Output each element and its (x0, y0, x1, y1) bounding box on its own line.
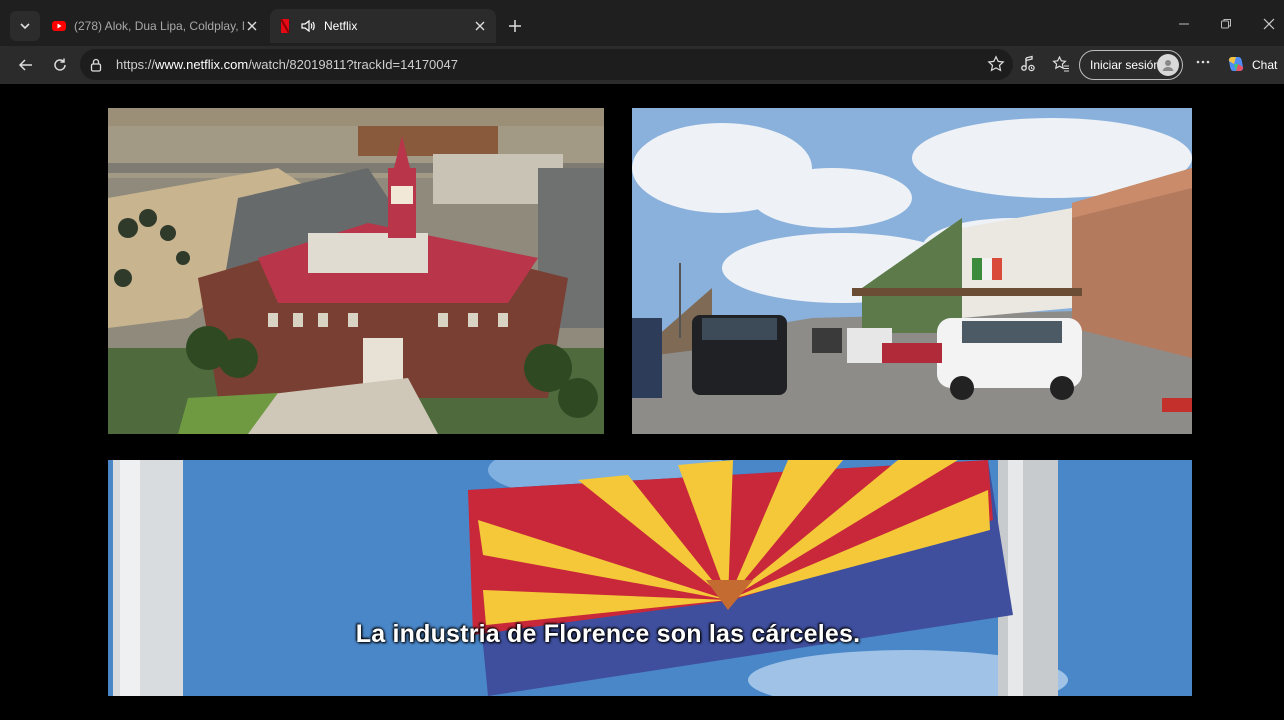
speaker-icon[interactable] (300, 18, 316, 34)
close-icon (1263, 18, 1275, 30)
close-icon (475, 21, 485, 31)
url-scheme: https:// (116, 57, 156, 72)
tab-title: Netflix (324, 19, 358, 33)
address-bar[interactable]: https://www.netflix.com/watch/82019811?t… (80, 49, 1013, 80)
chevron-down-icon (20, 23, 30, 30)
close-icon (247, 21, 257, 31)
refresh-icon (54, 58, 66, 71)
url-path: /watch/82019811?trackId=14170047 (248, 57, 458, 72)
close-window-button[interactable] (1259, 14, 1279, 34)
restore-icon (1221, 19, 1231, 29)
media-control-button[interactable] (1018, 54, 1038, 74)
minimize-icon (1179, 23, 1189, 25)
refresh-button[interactable] (48, 53, 72, 77)
close-tab-button[interactable] (472, 18, 488, 34)
tab-youtube[interactable]: (278) Alok, Dua Lipa, Coldplay, Ma (44, 9, 268, 43)
lock-icon[interactable] (88, 57, 104, 73)
main-street-image (632, 108, 1192, 434)
chat-button[interactable]: Chat (1226, 52, 1277, 78)
favorite-star-icon[interactable] (987, 55, 1005, 73)
sign-in-button[interactable]: Iniciar sesión (1079, 50, 1183, 80)
music-note-icon (1021, 55, 1035, 72)
browser-toolbar: https://www.netflix.com/watch/82019811?t… (0, 46, 1284, 84)
favorites-button[interactable] (1051, 54, 1071, 74)
browser-window: (278) Alok, Dua Lipa, Coldplay, Ma Netfl… (0, 0, 1284, 720)
netflix-video-player[interactable]: La industria de Florence son las cárcele… (10, 84, 1284, 720)
sign-in-label: Iniciar sesión (1090, 58, 1161, 72)
tab-list-button[interactable] (10, 11, 40, 41)
plus-icon (509, 20, 521, 32)
arizona-flag-image (108, 460, 1192, 696)
tab-title: (278) Alok, Dua Lipa, Coldplay, Ma (74, 19, 244, 33)
favorites-icon (1052, 55, 1069, 72)
minimize-button[interactable] (1174, 14, 1194, 34)
more-dots-icon (1196, 60, 1210, 64)
restore-button[interactable] (1216, 14, 1236, 34)
chat-label: Chat (1252, 58, 1278, 72)
new-tab-button[interactable] (503, 14, 527, 38)
video-subtitle: La industria de Florence son las cárcele… (355, 620, 861, 648)
copilot-icon (1228, 57, 1244, 71)
url-host: www.netflix.com (155, 57, 249, 72)
url-text[interactable]: https://www.netflix.com/watch/82019811?t… (116, 57, 458, 72)
aerial-courthouse-image (108, 108, 604, 434)
youtube-icon (52, 21, 66, 31)
netflix-icon (280, 19, 290, 33)
back-button[interactable] (14, 53, 38, 77)
close-tab-button[interactable] (244, 18, 260, 34)
more-options-button[interactable] (1193, 54, 1213, 74)
tab-netflix[interactable]: Netflix (270, 9, 496, 43)
arrow-left-icon (18, 59, 32, 71)
tab-strip: (278) Alok, Dua Lipa, Coldplay, Ma Netfl… (0, 0, 1284, 46)
avatar (1157, 54, 1179, 76)
person-icon (1162, 60, 1174, 71)
